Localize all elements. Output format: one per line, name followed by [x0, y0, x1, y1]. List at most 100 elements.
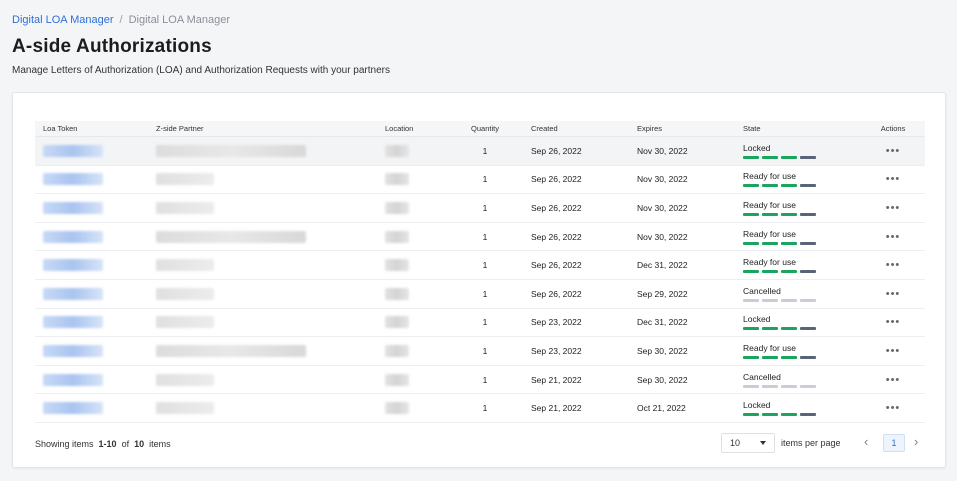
- table-row[interactable]: 1 Sep 26, 2022 Nov 30, 2022 Ready for use ••…: [35, 223, 925, 252]
- state-progress: [743, 241, 816, 245]
- location-cell: [377, 309, 449, 337]
- more-actions-icon[interactable]: •••: [886, 316, 901, 328]
- location-cell: [377, 280, 449, 308]
- actions-cell: •••: [861, 137, 925, 165]
- loa-token-cell[interactable]: [35, 251, 148, 279]
- partner-cell: [148, 194, 377, 222]
- redacted-location: [385, 230, 409, 243]
- header-loa-token[interactable]: Loa Token: [35, 121, 148, 136]
- more-actions-icon[interactable]: •••: [886, 374, 901, 386]
- table-row[interactable]: 1 Sep 21, 2022 Oct 21, 2022 Locked •••: [35, 394, 925, 423]
- breadcrumb-link-loa-manager[interactable]: Digital LOA Manager: [12, 14, 114, 26]
- header-location[interactable]: Location: [377, 121, 449, 136]
- state-label: Locked: [743, 400, 771, 411]
- authorizations-table: Loa Token Z-side Partner Location Quanti…: [35, 121, 925, 423]
- state-progress-segment: [781, 270, 797, 274]
- partner-cell: [148, 166, 377, 194]
- header-actions: Actions: [880, 124, 906, 133]
- state-progress-segment: [800, 327, 816, 331]
- showing-items: items: [149, 439, 171, 449]
- header-state[interactable]: State: [733, 121, 861, 136]
- redacted-token: [43, 173, 103, 186]
- state-cell: Locked: [733, 137, 861, 165]
- created-cell: Sep 26, 2022: [531, 202, 582, 213]
- more-actions-icon[interactable]: •••: [886, 145, 901, 157]
- state-progress-segment: [743, 413, 759, 417]
- loa-token-cell[interactable]: [35, 223, 148, 251]
- actions-cell: •••: [861, 280, 925, 308]
- more-actions-icon[interactable]: •••: [886, 202, 901, 214]
- state-progress-segment: [762, 212, 778, 216]
- state-cell: Ready for use: [733, 223, 861, 251]
- state-label: Ready for use: [743, 228, 796, 239]
- redacted-partner: [156, 201, 214, 214]
- state-label: Ready for use: [743, 342, 796, 353]
- next-page-icon[interactable]: ›: [914, 434, 918, 449]
- table-row[interactable]: 1 Sep 26, 2022 Nov 30, 2022 Locked •••: [35, 137, 925, 166]
- loa-token-cell[interactable]: [35, 166, 148, 194]
- items-per-page-select[interactable]: 10: [721, 433, 775, 453]
- previous-page-icon[interactable]: ‹: [864, 434, 868, 449]
- location-cell: [377, 394, 449, 422]
- more-actions-icon[interactable]: •••: [886, 173, 901, 185]
- quantity-cell: 1: [482, 345, 488, 356]
- table-row[interactable]: 1 Sep 23, 2022 Sep 30, 2022 Ready for use ••…: [35, 337, 925, 366]
- loa-token-cell[interactable]: [35, 337, 148, 365]
- quantity-cell: 1: [482, 145, 488, 156]
- page-subtitle: Manage Letters of Authorization (LOA) an…: [12, 65, 390, 76]
- location-cell: [377, 137, 449, 165]
- partner-cell: [148, 251, 377, 279]
- loa-token-cell[interactable]: [35, 280, 148, 308]
- redacted-location: [385, 287, 409, 300]
- showing-range: 1-10: [98, 439, 117, 449]
- header-created[interactable]: Created: [521, 121, 627, 136]
- chevron-down-icon: [760, 441, 766, 445]
- state-label: Ready for use: [743, 199, 796, 210]
- actions-cell: •••: [861, 394, 925, 422]
- more-actions-icon[interactable]: •••: [886, 402, 901, 414]
- header-quantity[interactable]: Quantity: [449, 121, 521, 136]
- partner-cell: [148, 337, 377, 365]
- table-row[interactable]: 1 Sep 26, 2022 Sep 29, 2022 Cancelled •••: [35, 280, 925, 309]
- redacted-location: [385, 259, 409, 272]
- state-progress-segment: [743, 355, 759, 359]
- more-actions-icon[interactable]: •••: [886, 345, 901, 357]
- state-progress-segment: [781, 241, 797, 245]
- partner-cell: [148, 394, 377, 422]
- table-row[interactable]: 1 Sep 23, 2022 Dec 31, 2022 Locked •••: [35, 309, 925, 338]
- loa-token-cell[interactable]: [35, 194, 148, 222]
- state-progress-segment: [781, 298, 797, 302]
- actions-cell: •••: [861, 223, 925, 251]
- redacted-token: [43, 230, 103, 243]
- more-actions-icon[interactable]: •••: [886, 231, 901, 243]
- state-progress: [743, 355, 816, 359]
- redacted-token: [43, 316, 103, 329]
- location-cell: [377, 337, 449, 365]
- expires-cell: Nov 30, 2022: [637, 145, 688, 156]
- redacted-location: [385, 201, 409, 214]
- header-expires[interactable]: Expires: [627, 121, 733, 136]
- more-actions-icon[interactable]: •••: [886, 259, 901, 271]
- page-button-current[interactable]: 1: [883, 434, 905, 452]
- loa-token-cell[interactable]: [35, 366, 148, 394]
- breadcrumb-separator: /: [119, 14, 123, 26]
- table-row[interactable]: 1 Sep 21, 2022 Sep 30, 2022 Cancelled •••: [35, 366, 925, 395]
- loa-token-cell[interactable]: [35, 394, 148, 422]
- state-progress: [743, 327, 816, 331]
- state-progress-segment: [743, 327, 759, 331]
- table-row[interactable]: 1 Sep 26, 2022 Nov 30, 2022 Ready for use ••…: [35, 194, 925, 223]
- state-progress-segment: [743, 155, 759, 159]
- more-actions-icon[interactable]: •••: [886, 288, 901, 300]
- table-row[interactable]: 1 Sep 26, 2022 Dec 31, 2022 Ready for use ••…: [35, 251, 925, 280]
- state-progress-segment: [743, 212, 759, 216]
- actions-cell: •••: [861, 337, 925, 365]
- expires-cell: Sep 30, 2022: [637, 374, 688, 385]
- state-cell: Cancelled: [733, 366, 861, 394]
- table-row[interactable]: 1 Sep 26, 2022 Nov 30, 2022 Ready for use ••…: [35, 166, 925, 195]
- redacted-partner: [156, 230, 306, 243]
- header-z-side-partner[interactable]: Z-side Partner: [148, 121, 377, 136]
- loa-token-cell[interactable]: [35, 137, 148, 165]
- redacted-partner: [156, 259, 214, 272]
- actions-cell: •••: [861, 251, 925, 279]
- loa-token-cell[interactable]: [35, 309, 148, 337]
